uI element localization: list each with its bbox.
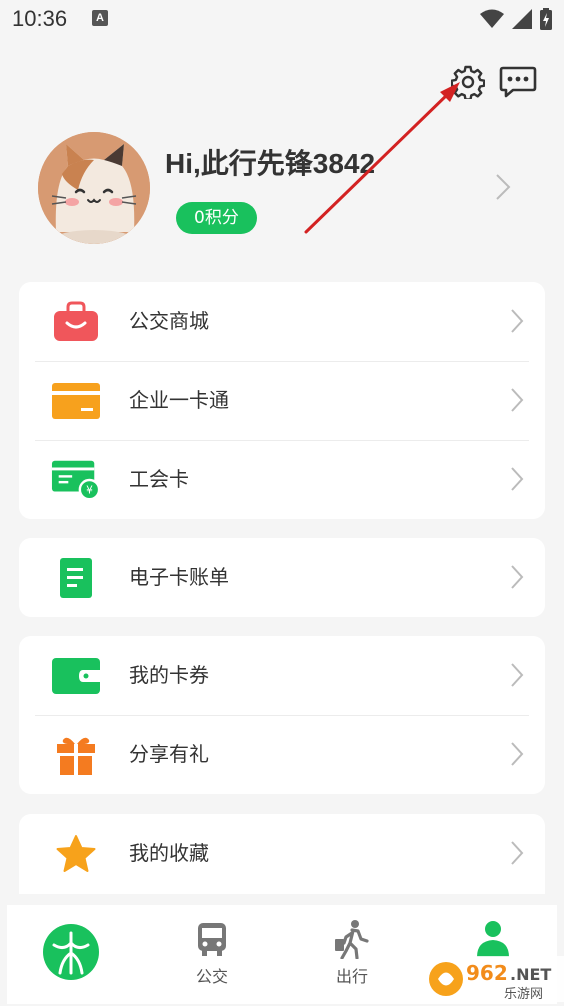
user-icon [477, 921, 509, 957]
gift-icon [51, 731, 101, 779]
menu-item-label: 电子卡账单 [129, 565, 229, 589]
annotation-arrow [304, 82, 460, 234]
signal-icon [512, 9, 532, 29]
watermark-logo-icon: 962 .NET 乐游网 [424, 956, 564, 1002]
status-time: 10:36 [12, 6, 68, 31]
profile-section[interactable]: Hi,此行先锋3842 0积分 [0, 120, 564, 260]
menu-item-label: 我的卡券 [129, 663, 209, 687]
chevron-right-icon [511, 309, 524, 333]
menu-card-2: 电子卡账单 [19, 538, 545, 617]
watermark-logo: 962 .NET 乐游网 [424, 956, 564, 1002]
menu-item-label: 我的收藏 [129, 841, 209, 865]
avatar[interactable] [38, 132, 150, 244]
status-bar: 10:36 A [0, 0, 564, 40]
menu-item-bill[interactable]: 电子卡账单 [19, 538, 545, 617]
card-icon [51, 377, 101, 425]
tab-home[interactable] [7, 905, 137, 1004]
menu-item-enterprise-card[interactable]: 企业一卡通 [19, 361, 545, 440]
menu-item-label: 分享有礼 [129, 742, 209, 766]
svg-text:¥: ¥ [86, 484, 93, 496]
tab-label: 公交 [195, 967, 228, 986]
menu-card-4: 我的收藏 [19, 814, 545, 894]
menu-item-label: 公交商城 [129, 309, 209, 333]
tab-label: 出行 [335, 967, 368, 986]
chevron-right-icon [511, 565, 524, 589]
menu-item-shop[interactable]: 公交商城 [19, 282, 545, 361]
message-icon [499, 66, 537, 98]
status-indicator-icon: A [92, 10, 108, 26]
menu-item-label: 工会卡 [129, 467, 189, 491]
menu-item-label: 企业一卡通 [129, 388, 229, 412]
menu-item-coupons[interactable]: 我的卡券 [19, 636, 545, 715]
svg-text:.NET: .NET [510, 965, 551, 984]
tab-travel[interactable]: 出行 [287, 905, 417, 1004]
chevron-right-icon [511, 841, 524, 865]
wifi-icon [480, 9, 504, 28]
wallet-icon [51, 652, 101, 700]
menu-item-union-card[interactable]: ¥ 工会卡 [19, 440, 545, 519]
cat-avatar-icon [38, 132, 150, 244]
menu-item-share-gift[interactable]: 分享有礼 [19, 715, 545, 794]
menu-card-1: 公交商城 企业一卡通 ¥ 工会卡 [19, 282, 545, 519]
battery-icon [540, 8, 552, 30]
walking-icon [335, 920, 369, 959]
star-icon [51, 830, 101, 878]
chevron-right-icon [511, 663, 524, 687]
home-logo-icon [43, 924, 99, 980]
bill-icon [51, 554, 101, 602]
tab-bus[interactable]: 公交 [147, 905, 277, 1004]
svg-text:乐游网: 乐游网 [504, 987, 543, 1002]
menu-card-3: 我的卡券 分享有礼 [19, 636, 545, 794]
shopping-bag-icon [51, 298, 101, 346]
points-badge[interactable]: 0积分 [176, 202, 257, 234]
chevron-right-icon [511, 467, 524, 491]
status-icons [480, 8, 552, 30]
menu-item-favorites[interactable]: 我的收藏 [19, 814, 545, 893]
message-button[interactable] [498, 62, 538, 102]
chevron-right-icon [511, 742, 524, 766]
chevron-right-icon [496, 174, 511, 200]
bus-icon [198, 923, 226, 956]
svg-text:962: 962 [466, 961, 508, 985]
chevron-right-icon [511, 388, 524, 412]
union-card-icon: ¥ [51, 456, 101, 504]
